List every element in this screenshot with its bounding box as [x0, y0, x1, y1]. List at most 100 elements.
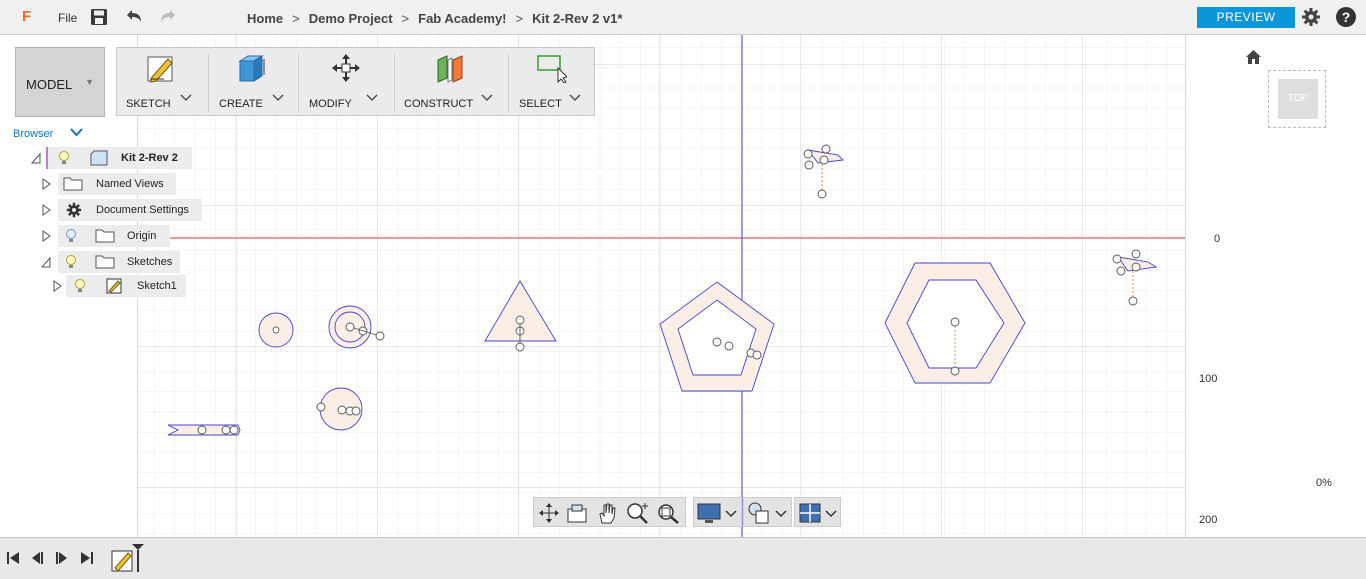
gear-icon	[66, 202, 82, 218]
folder-icon	[95, 255, 115, 269]
zoom-icon[interactable]	[626, 502, 650, 524]
chevron-down-icon	[775, 510, 787, 518]
expand-triangle-icon[interactable]	[41, 204, 51, 216]
browser-title[interactable]: Browser	[13, 128, 53, 140]
breadcrumb-document: Kit 2-Rev 2 v1*	[532, 11, 623, 26]
visibility-bulb-icon[interactable]	[74, 278, 86, 294]
timeline-bar	[0, 537, 1366, 579]
visual-style-dropdown[interactable]	[743, 497, 792, 527]
sketch-icon	[106, 278, 122, 294]
tree-item-label: Document Settings	[96, 204, 189, 216]
collapse-triangle-icon[interactable]	[41, 256, 51, 268]
first-frame-icon[interactable]	[6, 551, 20, 565]
ruler-label-100: 100	[1199, 373, 1218, 385]
construct-tool[interactable]: CONSTRUCT	[395, 48, 508, 117]
chevron-down-icon	[366, 94, 378, 101]
preview-button[interactable]: PREVIEW	[1197, 7, 1295, 28]
create-tool[interactable]: CREATE	[209, 48, 297, 117]
pan-hand-icon[interactable]	[596, 502, 618, 524]
chevron-down-icon[interactable]	[70, 127, 83, 137]
visibility-bulb-icon[interactable]	[65, 254, 77, 270]
app-logo[interactable]: F	[22, 8, 31, 25]
breadcrumb-project[interactable]: Demo Project	[309, 11, 393, 26]
main-toolbar: SKETCH CREATE MODIFY CONSTRUCT SELECT	[116, 47, 595, 116]
undo-icon[interactable]	[124, 8, 144, 26]
workspace-model-dropdown[interactable]: MODEL ▼	[15, 47, 105, 117]
redo-icon[interactable]	[158, 8, 178, 26]
tree-item-sketches[interactable]: Sketches	[58, 251, 180, 273]
create-label: CREATE	[219, 98, 263, 110]
play-icon[interactable]	[55, 551, 69, 565]
tree-item-named-views[interactable]: Named Views	[58, 173, 176, 195]
grid-settings-icon	[799, 503, 821, 523]
breadcrumb-home[interactable]: Home	[247, 11, 283, 26]
tree-item-label: Sketches	[127, 256, 173, 268]
display-settings-dropdown[interactable]	[693, 497, 742, 527]
home-view-icon[interactable]	[1245, 49, 1262, 65]
ruler-label-0: 0	[1214, 233, 1221, 245]
viewcube[interactable]: TOP	[1268, 70, 1326, 128]
tree-item-label: Sketch1	[137, 280, 177, 292]
look-at-icon[interactable]	[566, 502, 588, 524]
expand-triangle-icon[interactable]	[41, 230, 51, 242]
file-menu[interactable]: File	[58, 11, 77, 25]
app-window: F File Home > Demo Project > Fab Academy! > Ki…	[0, 0, 1366, 579]
folder-icon	[95, 229, 115, 243]
help-icon[interactable]: ?	[1336, 7, 1356, 27]
orbit-icon[interactable]	[538, 502, 560, 524]
progress-percent: 0%	[1316, 477, 1332, 489]
expand-triangle-icon[interactable]	[41, 178, 51, 190]
grid-settings-dropdown[interactable]	[794, 497, 841, 527]
visual-style-icon	[748, 502, 769, 524]
chevron-down-icon	[569, 94, 581, 101]
modify-move-arrows-icon	[332, 54, 360, 82]
tree-item-document-settings[interactable]: Document Settings	[58, 199, 202, 221]
fit-icon[interactable]	[656, 502, 680, 524]
select-tool[interactable]: SELECT	[509, 48, 595, 117]
sketch-tool[interactable]: SKETCH	[117, 48, 207, 117]
breadcrumb-folder[interactable]: Fab Academy!	[418, 11, 506, 26]
display-settings-icon	[697, 503, 721, 523]
nav-group-view	[533, 497, 686, 527]
component-icon	[90, 150, 108, 166]
timeline-sketch-feature-icon[interactable]	[110, 543, 146, 573]
top-bar: F File Home > Demo Project > Fab Academy! > Ki…	[0, 0, 1366, 35]
modify-tool[interactable]: MODIFY	[299, 48, 393, 117]
sketch-circle[interactable]	[258, 312, 294, 348]
tree-item-component[interactable]: Kit 2-Rev 2	[46, 147, 192, 169]
gear-icon[interactable]	[1301, 7, 1321, 27]
ruler-label-200: 200	[1199, 514, 1218, 526]
visibility-bulb-icon[interactable]	[65, 228, 77, 244]
visibility-bulb-icon[interactable]	[58, 150, 70, 166]
sketch-pencil-icon	[147, 56, 173, 83]
construct-planes-icon	[437, 55, 463, 83]
viewcube-top-face[interactable]: TOP	[1278, 79, 1318, 119]
create-box-icon	[238, 55, 265, 82]
tree-item-label: Origin	[127, 230, 157, 242]
chevron-down-icon	[481, 94, 493, 101]
workspace-label: MODEL	[26, 77, 73, 92]
save-icon[interactable]	[90, 8, 108, 26]
breadcrumb-separator: >	[515, 11, 524, 26]
previous-frame-icon[interactable]	[30, 551, 44, 565]
chevron-down-icon	[825, 510, 837, 518]
breadcrumb-separator: >	[401, 11, 410, 26]
tree-item-label: Kit 2-Rev 2	[121, 152, 178, 164]
breadcrumb: Home > Demo Project > Fab Academy! > Kit 2-Rev…	[247, 11, 622, 26]
select-cursor-icon	[537, 55, 567, 83]
chevron-down-icon	[272, 94, 284, 101]
tree-item-sketch1[interactable]: Sketch1	[66, 275, 186, 297]
breadcrumb-separator: >	[292, 11, 300, 26]
view-panel: TOP 0 100 200 0%	[1185, 35, 1366, 537]
sketch-slot-piece[interactable]	[167, 424, 241, 436]
expand-triangle-icon[interactable]	[31, 152, 41, 164]
folder-icon	[63, 177, 83, 191]
navigation-bar	[533, 497, 841, 527]
last-frame-icon[interactable]	[80, 551, 94, 565]
sketch-label: SKETCH	[126, 98, 171, 110]
tree-item-label: Named Views	[96, 178, 164, 190]
select-label: SELECT	[519, 98, 562, 110]
expand-triangle-icon[interactable]	[52, 280, 62, 292]
chevron-down-icon	[180, 94, 192, 101]
tree-item-origin[interactable]: Origin	[58, 225, 170, 247]
